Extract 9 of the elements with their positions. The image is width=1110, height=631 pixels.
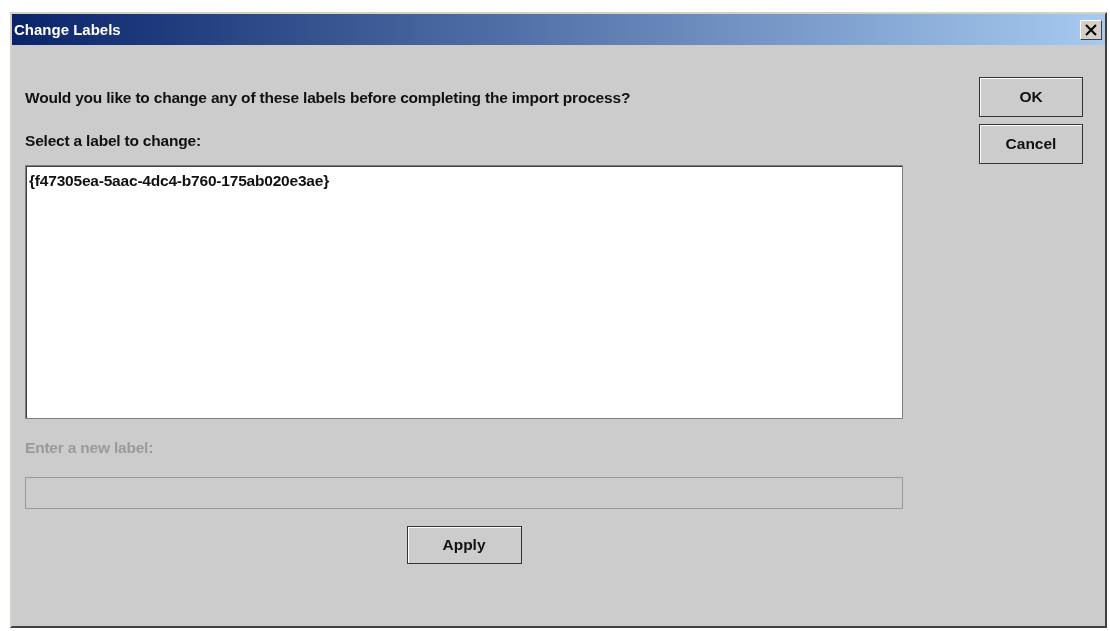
close-icon [1085, 23, 1097, 36]
prompt-text: Would you like to change any of these labels before completing the import process? [25, 89, 632, 107]
label-list-item[interactable]: {f47305ea-5aac-4dc4-b760-175ab020e3ae} [28, 170, 331, 192]
apply-button[interactable]: Apply [406, 526, 522, 564]
close-button[interactable] [1080, 19, 1102, 40]
window-title: Change Labels [14, 21, 121, 38]
cancel-button[interactable]: Cancel [979, 124, 1083, 164]
list-label: Select a label to change: [25, 132, 202, 150]
ok-button[interactable]: OK [979, 77, 1083, 117]
